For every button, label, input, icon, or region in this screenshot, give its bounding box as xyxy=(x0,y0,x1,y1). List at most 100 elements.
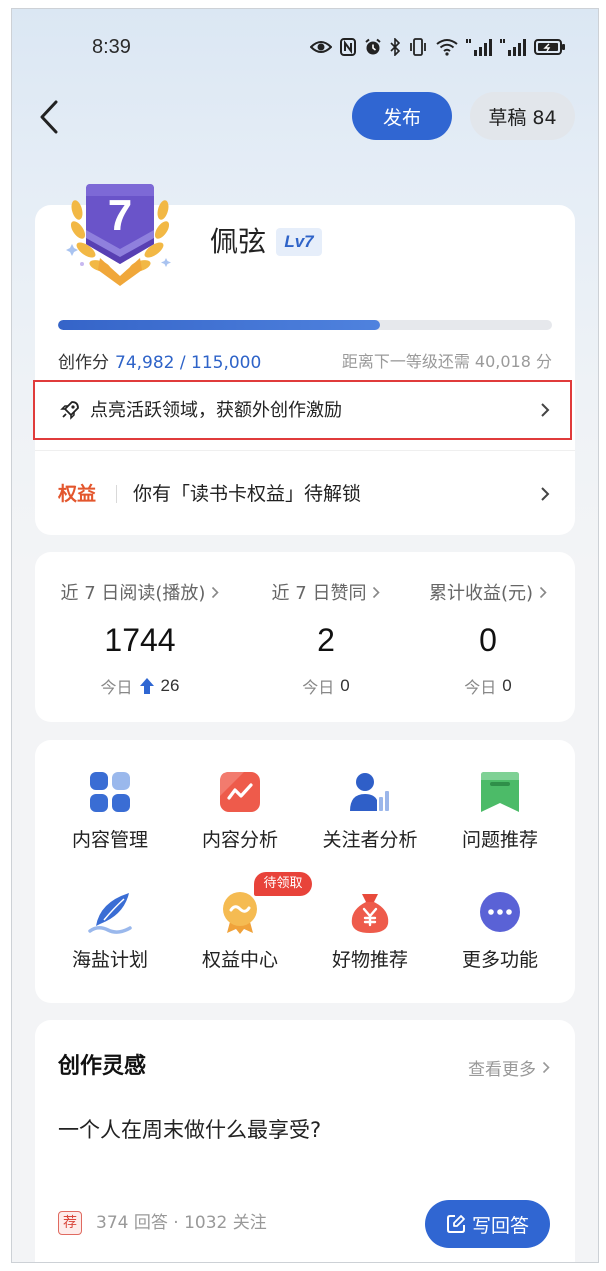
back-arrow-icon xyxy=(40,100,58,134)
tool-product-recommend[interactable]: 好物推荐 xyxy=(310,860,430,980)
money-bag-icon xyxy=(351,894,389,933)
tool-label: 更多功能 xyxy=(461,949,538,971)
question-meta: 374 回答 · 1032 关注 xyxy=(96,1213,267,1233)
eye-icon xyxy=(310,41,332,53)
stat-value: 0 xyxy=(479,622,497,658)
recommend-tag: 荐 xyxy=(58,1211,82,1235)
stat-earnings[interactable]: 累计收益(元) 0 今日 0 xyxy=(408,552,568,722)
profile-card: 7 佩弦 Lv7 创作分 74,982 / 115,000 距离下一等级还需 40… xyxy=(33,184,575,535)
chevron-right-icon xyxy=(373,586,381,598)
score-summary: 创作分 74,982 / 115,000 xyxy=(58,348,261,373)
score-row: 创作分 74,982 / 115,000 距离下一等级还需 40,018 分 xyxy=(58,347,552,373)
chevron-right-icon xyxy=(541,487,550,501)
chevron-right-icon xyxy=(542,1061,550,1073)
write-answer-button[interactable]: 写回答 xyxy=(425,1200,550,1248)
publish-button[interactable]: 发布 xyxy=(352,92,452,140)
cellular-signal-icon xyxy=(500,39,526,56)
today-label: 今日 xyxy=(100,678,133,697)
tools-card: 内容管理 内容分析 关注者分析 问题推荐 海盐计划 待领取 权益中心 好物推荐 xyxy=(35,740,575,1003)
user-name: 佩弦 xyxy=(210,225,267,258)
stat-label-text: 近 7 日阅读(播放) xyxy=(60,583,206,604)
nfc-icon xyxy=(340,38,356,56)
today-value: 0 xyxy=(340,676,350,695)
divider xyxy=(35,450,575,451)
score-value: 74,982 / 115,000 xyxy=(115,352,262,373)
pending-claim-badge: 待领取 xyxy=(254,872,312,896)
today-label: 今日 xyxy=(302,678,335,697)
edit-icon xyxy=(446,1215,465,1233)
status-icons xyxy=(310,37,566,57)
tool-label: 权益中心 xyxy=(201,949,278,971)
wifi-icon xyxy=(436,39,458,56)
feather-icon xyxy=(88,893,132,934)
promo-text: 点亮活跃领域，获额外创作激励 xyxy=(90,400,342,421)
tool-content-management[interactable]: 内容管理 xyxy=(50,740,170,860)
stat-value: 1744 xyxy=(104,622,176,658)
stat-likes[interactable]: 近 7 日赞同 2 今日 0 xyxy=(246,552,406,722)
tool-label: 好物推荐 xyxy=(331,949,408,971)
stat-today: 今日 0 xyxy=(408,674,568,698)
next-level-text: 距离下一等级还需 40,018 分 xyxy=(341,352,552,371)
stat-today: 今日 0 xyxy=(246,674,406,698)
battery-charging-icon xyxy=(534,39,565,55)
benefit-text: 你有「读书卡权益」待解锁 xyxy=(133,483,362,505)
drafts-button[interactable]: 草稿 84 xyxy=(470,92,575,140)
write-answer-label: 写回答 xyxy=(471,1214,529,1237)
chevron-right-icon xyxy=(541,403,550,417)
score-label: 创作分 xyxy=(58,352,109,373)
active-field-promo-row[interactable]: 点亮活跃领域，获额外创作激励 xyxy=(33,380,572,440)
today-value: 26 xyxy=(160,676,180,695)
benefit-tag: 权益 xyxy=(58,483,97,505)
inspiration-card: 创作灵感 查看更多 一个人在周末做什么最享受? 荐 374 回答 · 1032 … xyxy=(35,1020,575,1262)
alarm-icon xyxy=(365,38,381,55)
stat-value: 2 xyxy=(317,622,335,658)
content-grid-icon xyxy=(90,772,130,812)
status-time: 8:39 xyxy=(92,36,131,58)
back-button[interactable] xyxy=(34,97,64,137)
tool-benefit-center[interactable]: 待领取 权益中心 xyxy=(180,860,312,980)
tool-content-analysis[interactable]: 内容分析 xyxy=(180,740,300,860)
stat-label-text: 近 7 日赞同 xyxy=(271,583,367,604)
question-bookmark-icon xyxy=(481,772,519,812)
level-badge-icon: 7 xyxy=(66,184,171,286)
today-value: 0 xyxy=(502,676,512,695)
stat-label: 近 7 日阅读(播放) xyxy=(40,579,240,605)
bluetooth-icon xyxy=(390,38,400,56)
medal-icon xyxy=(223,892,257,934)
view-more-label: 查看更多 xyxy=(468,1059,536,1080)
tool-label: 问题推荐 xyxy=(461,829,538,851)
phone-screen: 8:39 发布 草稿 84 7 佩弦 Lv7 创作分 74,982 / 115,… xyxy=(11,8,599,1263)
trend-up-arrow-icon xyxy=(139,678,154,694)
stat-reads[interactable]: 近 7 日阅读(播放) 1744 今日 26 xyxy=(60,552,220,722)
more-icon xyxy=(480,892,520,932)
level-badge-number: 7 xyxy=(108,191,132,240)
today-label: 今日 xyxy=(464,678,497,697)
inspiration-question[interactable]: 一个人在周末做什么最享受? xyxy=(58,1115,321,1145)
tool-sea-salt-plan[interactable]: 海盐计划 xyxy=(50,860,170,980)
chevron-right-icon xyxy=(539,586,547,598)
stat-label: 累计收益(元) xyxy=(388,579,588,605)
inspiration-title: 创作灵感 xyxy=(58,1054,147,1079)
level-tag: Lv7 xyxy=(276,228,322,256)
stat-today: 今日 26 xyxy=(60,674,220,698)
stat-label-text: 累计收益(元) xyxy=(428,583,534,604)
analytics-chart-icon xyxy=(220,772,260,812)
tool-follower-analysis[interactable]: 关注者分析 xyxy=(310,740,430,860)
stats-card: 近 7 日阅读(播放) 1744 今日 26 近 7 日赞同 2 今日 0 累计收益… xyxy=(35,552,575,722)
tool-question-recommend[interactable]: 问题推荐 xyxy=(440,740,560,860)
view-more-link[interactable]: 查看更多 xyxy=(468,1055,550,1080)
level-progress-bar xyxy=(58,320,552,330)
chevron-right-icon xyxy=(212,586,220,598)
follower-analysis-icon xyxy=(350,773,389,811)
separator xyxy=(116,485,117,503)
rocket-icon xyxy=(60,401,79,420)
level-progress-fill xyxy=(58,320,381,330)
tool-label: 内容管理 xyxy=(71,829,148,851)
tool-more-features[interactable]: 更多功能 xyxy=(440,860,560,980)
tool-label: 海盐计划 xyxy=(71,949,148,971)
cellular-signal-icon xyxy=(466,39,492,56)
benefit-row[interactable]: 权益 你有「读书卡权益」待解锁 xyxy=(35,480,575,508)
tool-label: 内容分析 xyxy=(201,829,278,851)
vibrate-icon xyxy=(410,38,426,56)
tool-label: 关注者分析 xyxy=(322,829,418,851)
